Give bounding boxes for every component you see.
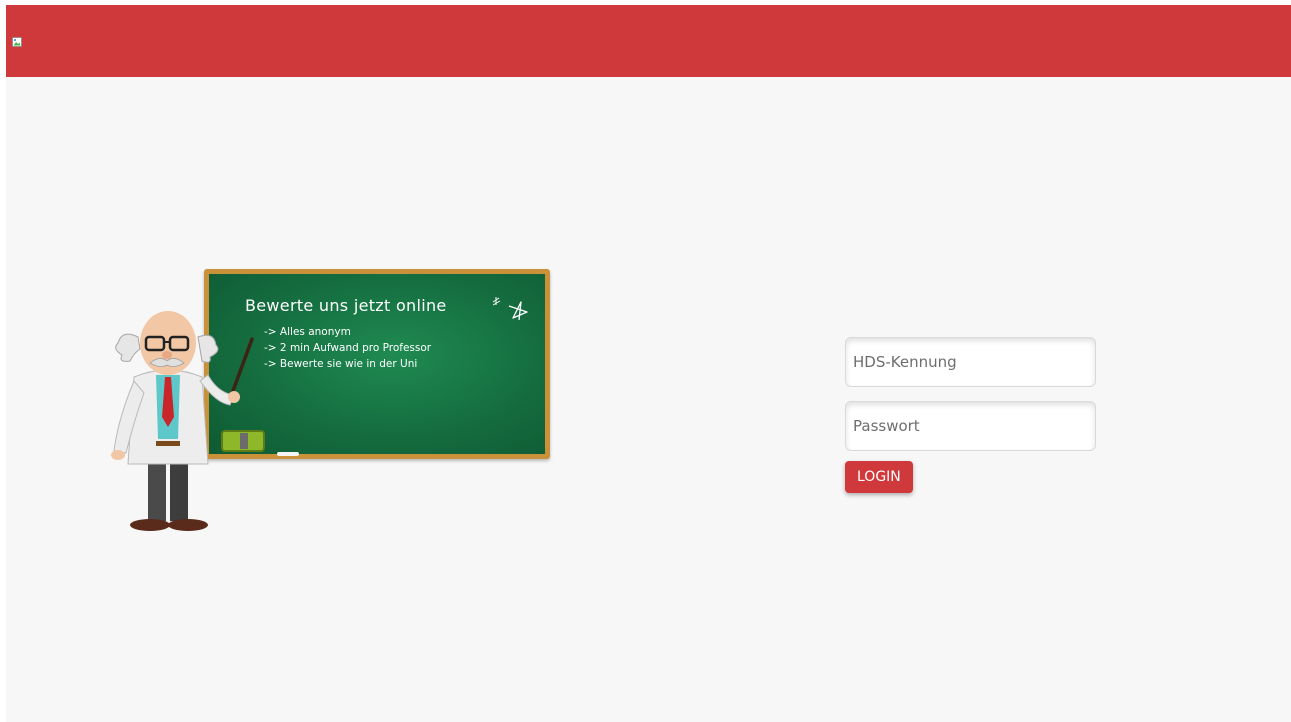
chalkboard: Bewerte uns jetzt online -> Alles anonym… xyxy=(204,269,550,459)
chalkboard-list: -> Alles anonym -> 2 min Aufwand pro Pro… xyxy=(264,324,431,372)
chalkboard-title: Bewerte uns jetzt online xyxy=(245,296,447,315)
login-form: LOGIN xyxy=(845,337,1097,493)
professor-icon xyxy=(111,311,254,531)
chalk-icon xyxy=(277,452,299,456)
password-input[interactable] xyxy=(845,401,1096,451)
login-button[interactable]: LOGIN xyxy=(845,461,913,493)
sparkle-icon xyxy=(492,297,528,321)
chalkboard-item: -> 2 min Aufwand pro Professor xyxy=(264,342,432,354)
page: Bewerte uns jetzt online -> Alles anonym… xyxy=(6,5,1291,722)
username-input[interactable] xyxy=(845,337,1096,387)
chalkboard-surface: Bewerte uns jetzt online -> Alles anonym… xyxy=(209,274,545,456)
broken-image-icon xyxy=(12,37,22,47)
teacher-illustration: Bewerte uns jetzt online -> Alles anonym… xyxy=(104,269,554,537)
chalkboard-item: -> Bewerte sie wie in der Uni xyxy=(264,358,418,370)
top-bar xyxy=(6,5,1291,77)
chalkboard-item: -> Alles anonym xyxy=(264,326,351,338)
